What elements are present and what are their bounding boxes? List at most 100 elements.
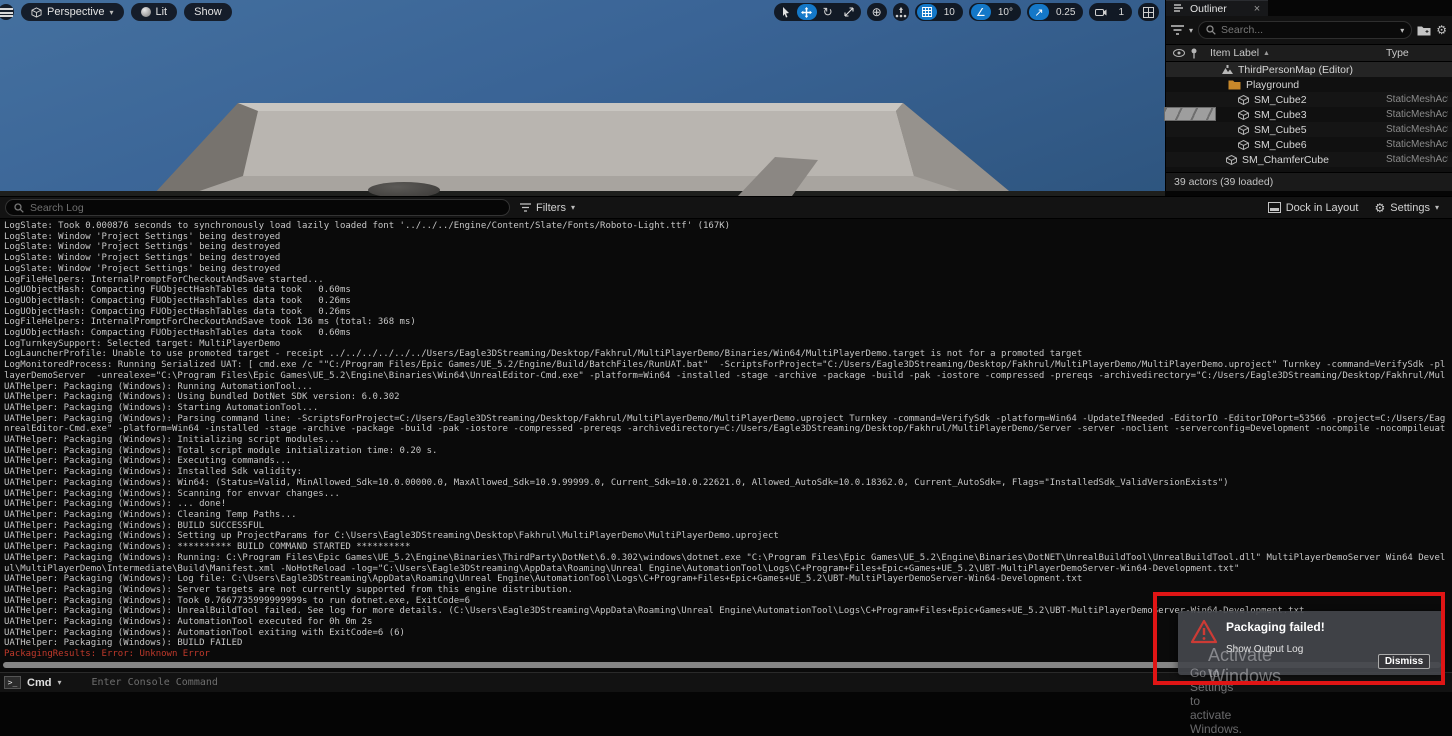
drag-thumbnail [1164, 107, 1216, 121]
log-line: UATHelper: Packaging (Windows): Running:… [4, 553, 1452, 564]
show-button[interactable]: Show [184, 3, 232, 21]
outliner-item-label: Playground [1246, 79, 1299, 91]
grid-snap-value[interactable]: 10 [938, 7, 961, 18]
scale-icon [844, 7, 854, 17]
outliner-item-type: StaticMeshActor [1386, 109, 1448, 120]
scale-snap-value[interactable]: 0.25 [1050, 7, 1081, 18]
outliner-item-type: StaticMeshActor [1386, 154, 1448, 165]
outliner-row[interactable]: ThirdPersonMap (Editor) [1166, 62, 1452, 77]
log-line: ul\MultiPlayerDemo\Intermediate\Build\Ma… [4, 564, 1452, 575]
chevron-down-icon: ▾ [571, 203, 575, 212]
log-line: UATHelper: Packaging (Windows): Server t… [4, 585, 1452, 596]
camera-speed-value[interactable]: 1 [1112, 7, 1130, 18]
angle-snap-value[interactable]: 10° [992, 7, 1019, 18]
camera-speed-button[interactable] [1091, 4, 1111, 20]
outliner-item-label: SM_Cube3 [1254, 109, 1307, 121]
surface-snap-button[interactable] [893, 3, 909, 21]
log-line: UATHelper: Packaging (Windows): Log file… [4, 574, 1452, 585]
outliner-row[interactable]: SM_ChamferCubeStaticMeshActor [1166, 152, 1452, 167]
outliner-column-header: Item Label ▲ Type [1166, 44, 1452, 62]
transform-tools-group: ↻ [774, 3, 861, 21]
actor-count-label: 39 actors (39 loaded) [1174, 176, 1273, 188]
folder-icon [1228, 80, 1241, 90]
outliner-toolbar: ▾ Search... ▾ ⚙ [1166, 16, 1452, 44]
console-mode-selector[interactable]: Cmd [27, 677, 51, 689]
log-line: LogFileHelpers: InternalPromptForCheckou… [4, 275, 1452, 286]
chevron-down-icon[interactable]: ▾ [1189, 26, 1193, 35]
cube-icon [1238, 110, 1249, 120]
eye-icon[interactable] [1173, 49, 1185, 57]
log-line: UATHelper: Packaging (Windows): BUILD SU… [4, 521, 1452, 532]
cube-icon [1226, 155, 1237, 165]
globe-icon: ⊕ [869, 5, 885, 19]
scale-snap-button[interactable]: ↗ [1029, 4, 1049, 20]
chevron-down-icon: ▾ [1435, 203, 1439, 212]
coord-space-button[interactable]: ⊕ [867, 3, 887, 21]
move-icon [801, 7, 812, 18]
chevron-down-icon[interactable]: ▾ [57, 678, 61, 687]
log-line: LogSlate: Took 0.000876 seconds to synch… [4, 221, 1452, 232]
move-tool-button[interactable] [797, 4, 817, 20]
outliner-row[interactable]: SM_Cube5StaticMeshActor [1166, 122, 1452, 137]
select-tool-button[interactable] [776, 4, 796, 20]
outliner-item-type: StaticMeshActor [1386, 94, 1448, 105]
perspective-button[interactable]: Perspective ▾ [21, 3, 124, 21]
outliner-item-label: SM_Cube2 [1254, 94, 1307, 106]
scale-tool-button[interactable] [839, 4, 859, 20]
viewport-menu-button[interactable] [0, 4, 14, 20]
filters-button[interactable]: Filters ▾ [520, 202, 575, 214]
outliner-row[interactable]: SM_Cube2 StaticMeshActor [1166, 92, 1452, 107]
new-folder-icon[interactable] [1417, 25, 1431, 36]
toast-title: Packaging failed! [1226, 620, 1325, 634]
log-text-area[interactable]: LogSlate: Took 0.000876 seconds to synch… [4, 221, 1452, 658]
log-line: layerDemoServer -unrealexe="C:\Program F… [4, 371, 1452, 382]
dismiss-button[interactable]: Dismiss [1378, 654, 1430, 669]
tab-outliner[interactable]: Outliner × [1166, 0, 1268, 16]
outliner-row[interactable]: Playground [1166, 77, 1452, 92]
settings-label: Settings [1390, 202, 1430, 214]
outliner-tabbar: Outliner × [1166, 0, 1452, 16]
grid-snap-button[interactable] [917, 4, 937, 20]
column-item-label[interactable]: Item Label [1210, 47, 1259, 59]
hamburger-icon [0, 8, 13, 17]
angle-snap-button[interactable]: ∠ [971, 4, 991, 20]
cube-icon [1238, 140, 1249, 150]
outliner-search-input[interactable]: Search... ▾ [1198, 21, 1412, 39]
viewport-grid-icon [1143, 7, 1154, 18]
rotate-icon: ↻ [823, 5, 833, 19]
column-type[interactable]: Type [1386, 47, 1409, 59]
settings-gear-icon[interactable]: ⚙ [1436, 23, 1447, 37]
outliner-item-label: SM_Cube6 [1254, 139, 1307, 151]
viewport-3d[interactable]: Perspective ▾ Lit Show ↻ [0, 0, 1165, 196]
log-line: LogSlate: Window 'Project Settings' bein… [4, 253, 1452, 264]
dock-in-layout-button[interactable]: Dock in Layout [1268, 202, 1359, 214]
log-search-input[interactable]: Search Log [5, 199, 510, 216]
cube-icon [1238, 95, 1249, 105]
angle-snap-group: ∠ 10° [969, 3, 1021, 21]
log-line: LogUObjectHash: Compacting FUObjectHashT… [4, 328, 1452, 339]
log-line: LogFileHelpers: InternalPromptForCheckou… [4, 317, 1452, 328]
log-line: LogUObjectHash: Compacting FUObjectHashT… [4, 307, 1452, 318]
lit-mode-button[interactable]: Lit [131, 3, 178, 21]
rotate-tool-button[interactable]: ↻ [818, 4, 838, 20]
close-icon[interactable]: × [1254, 3, 1260, 15]
outliner-row[interactable]: SM_Cube3 StaticMeshActor [1166, 107, 1452, 122]
log-line: LogLauncherProfile: Unable to use promot… [4, 349, 1452, 360]
pin-icon[interactable] [1190, 48, 1198, 59]
outliner-item-type: StaticMeshActor [1386, 124, 1448, 135]
outliner-icon [1174, 4, 1185, 13]
outliner-row[interactable]: SM_Cube6StaticMeshActor [1166, 137, 1452, 152]
search-icon [14, 203, 24, 213]
log-line: UATHelper: Packaging (Windows): Cleaning… [4, 510, 1452, 521]
perspective-label: Perspective [47, 6, 104, 18]
chevron-down-icon[interactable]: ▾ [1400, 26, 1404, 35]
log-line: UATHelper: Packaging (Windows): Total sc… [4, 446, 1452, 457]
angle-icon: ∠ [976, 6, 986, 19]
lit-label: Lit [156, 6, 168, 18]
filter-icon[interactable] [1171, 25, 1184, 35]
console-command-bar: >_ Cmd ▾ Enter Console Command [0, 672, 1452, 692]
viewport-layout-button[interactable] [1138, 3, 1159, 21]
console-command-input[interactable]: Enter Console Command [91, 677, 217, 688]
show-output-log-link[interactable]: Show Output Log [1226, 644, 1303, 655]
log-settings-button[interactable]: ⚙ Settings ▾ [1374, 201, 1439, 215]
